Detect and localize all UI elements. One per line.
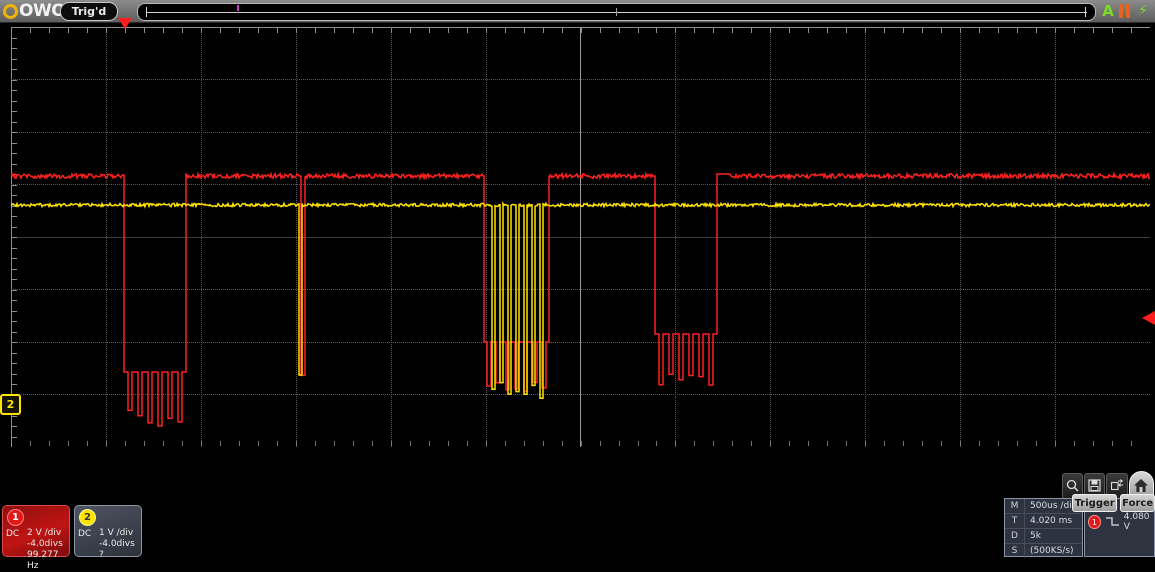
channel2-badge: 2 (79, 509, 96, 526)
channel1-coupling[interactable]: DC (6, 529, 19, 540)
trigger-button-label: Trigger (1075, 498, 1115, 509)
trigger-buttons: Trigger Force (1072, 494, 1155, 510)
trigger-level-value: 4.080 V (1124, 512, 1155, 532)
trigger-settings-row[interactable]: 1 4.080 V (1088, 512, 1155, 532)
waveform-trace-ch2 (11, 203, 1150, 398)
force-button[interactable]: Force (1120, 494, 1155, 512)
channel1-scale: 2 V /div (27, 528, 69, 539)
channel-card-2[interactable]: 2 DC 1 V /div -4.0divs ? (74, 505, 142, 557)
timebase-value: (500KS/s) (1025, 544, 1074, 558)
channel2-coupling[interactable]: DC (78, 529, 91, 540)
channel2-ground-marker[interactable]: 2 (0, 394, 21, 415)
timebase-row[interactable]: D 5k (1005, 529, 1082, 544)
trigger-status-text: Trig'd (72, 5, 107, 18)
force-button-label: Force (1122, 498, 1153, 509)
waveform-traces (11, 27, 1150, 447)
channel2-measurement: ? (99, 550, 135, 561)
trigger-button[interactable]: Trigger (1072, 494, 1117, 512)
position-bar-right-tick (1085, 7, 1086, 17)
top-status-bar: OWON Trig'd A ⚡ (0, 0, 1155, 23)
channel2-number: 2 (84, 512, 91, 523)
channel2-values: 1 V /div -4.0divs ? (99, 528, 135, 561)
timebase-row[interactable]: M 500us /div (1005, 499, 1082, 514)
position-bar-center-tick (616, 8, 617, 16)
trigger-level-marker[interactable] (1142, 311, 1155, 325)
timebase-row[interactable]: T 4.020 ms (1005, 514, 1082, 529)
pause-icon[interactable] (1118, 4, 1132, 18)
timebase-key: S (1005, 544, 1025, 558)
channel1-measurement: 99.277 Hz (27, 550, 69, 572)
channel2-offset: -4.0divs (99, 539, 135, 550)
acquisition-indicator[interactable]: A (1101, 2, 1115, 20)
channel1-values: 2 V /div -4.0divs 99.277 Hz (27, 528, 69, 572)
trigger-source-badge: 1 (1088, 515, 1101, 529)
channel1-offset: -4.0divs (27, 539, 69, 550)
timebase-value: 4.020 ms (1025, 514, 1072, 528)
falling-edge-icon (1105, 516, 1120, 529)
timebase-key: M (1005, 499, 1025, 513)
timebase-value: 500us /div (1025, 499, 1077, 513)
logo-o-icon (3, 4, 18, 19)
channel1-badge: 1 (7, 509, 24, 526)
channel2-scale: 1 V /div (99, 528, 135, 539)
channel-card-1[interactable]: 1 DC 2 V /div -4.0divs 99.277 Hz (2, 505, 70, 557)
timebase-row[interactable]: S (500KS/s) (1005, 544, 1082, 558)
position-bar-left-tick (146, 7, 147, 17)
trigger-source-number: 1 (1092, 518, 1097, 527)
bottom-background (0, 448, 1155, 557)
waveform-trace-ch1 (11, 174, 1150, 426)
memory-position-marker[interactable] (237, 5, 239, 11)
trigger-position-marker[interactable] (118, 18, 132, 29)
trigger-status-badge[interactable]: Trig'd (60, 2, 118, 21)
lightning-icon[interactable]: ⚡ (1136, 2, 1150, 20)
channel2-ground-label: 2 (7, 398, 15, 411)
acquisition-letter: A (1102, 2, 1114, 20)
waveform-plot[interactable]: ▷ (11, 27, 1150, 447)
channel1-number: 1 (12, 512, 19, 523)
memory-position-bar[interactable] (137, 3, 1096, 21)
timebase-key: D (1005, 529, 1025, 543)
timebase-key: T (1005, 514, 1025, 528)
oscilloscope-screen: OWON Trig'd A ⚡ (0, 0, 1155, 557)
timebase-value: 5k (1025, 529, 1041, 543)
